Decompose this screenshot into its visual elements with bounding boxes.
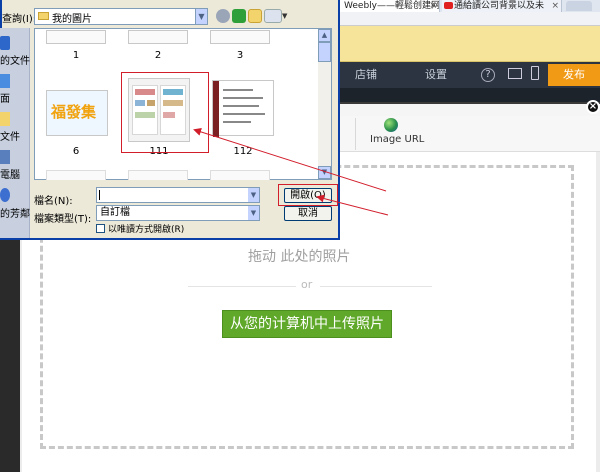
mobile-view-icon[interactable]: [531, 66, 539, 80]
file-thumbnail[interactable]: [128, 30, 188, 44]
chevron-down-icon[interactable]: ▼: [195, 9, 207, 24]
readonly-label[interactable]: 以唯讀方式開啟(R): [108, 222, 184, 235]
chevron-down-icon[interactable]: ▼: [282, 12, 287, 20]
thumbnail-line: [223, 97, 263, 99]
cancel-button[interactable]: 取消: [284, 206, 332, 221]
readonly-checkbox[interactable]: [96, 224, 105, 233]
chevron-down-icon[interactable]: ▼: [248, 206, 259, 220]
places-network[interactable]: 的芳鄰: [0, 205, 30, 220]
file-thumbnail[interactable]: [210, 30, 270, 44]
thumbnail-line: [223, 105, 259, 107]
close-icon[interactable]: ×: [551, 0, 559, 12]
notification-bar: [330, 26, 600, 62]
places-computer[interactable]: 電腦: [0, 166, 20, 181]
file-type-label: 檔案類型(T):: [34, 214, 92, 225]
file-thumbnail[interactable]: [46, 170, 106, 180]
file-label[interactable]: 3: [215, 50, 265, 61]
file-thumbnail[interactable]: [46, 30, 106, 44]
places-desktop[interactable]: 面: [0, 90, 10, 105]
browser-tab-video[interactable]: 通給讀公司背景以及未 ×: [442, 0, 562, 12]
file-thumbnail[interactable]: [212, 80, 274, 137]
thumbnail-wordart: 福發集: [51, 103, 97, 121]
folder-icon[interactable]: [0, 112, 10, 126]
publish-button[interactable]: 发布: [548, 64, 600, 86]
tab-label: 通給讀公司背景以及未: [454, 1, 545, 11]
thumbnail-line: [223, 121, 251, 123]
thumbnail-line: [223, 113, 265, 115]
browser-tab-weebly[interactable]: Weebly——輕鬆创建网 ×: [340, 0, 440, 12]
address-bar[interactable]: [330, 12, 600, 26]
tab-label: Weebly——輕鬆创建网: [344, 1, 440, 11]
back-icon[interactable]: [216, 9, 230, 23]
file-thumbnail[interactable]: 福發集: [46, 90, 108, 136]
close-icon[interactable]: ×: [429, 0, 437, 12]
new-folder-icon[interactable]: [248, 9, 262, 23]
youtube-icon: [444, 2, 453, 9]
look-in-value: 我的圖片: [52, 14, 92, 25]
open-button[interactable]: 開啟(O): [284, 188, 332, 203]
file-label[interactable]: 2: [133, 50, 183, 61]
scroll-up-icon[interactable]: ▲: [318, 29, 331, 42]
file-name-input[interactable]: [96, 187, 260, 203]
thumbnail-sidebar: [213, 81, 219, 137]
tab-divider: [355, 118, 356, 150]
desktop-icon[interactable]: [0, 74, 10, 88]
help-icon[interactable]: ?: [481, 68, 495, 82]
modal-close-icon[interactable]: ×: [586, 100, 600, 114]
file-label[interactable]: 6: [51, 146, 101, 157]
views-menu-icon[interactable]: [264, 9, 282, 23]
network-icon[interactable]: [0, 188, 10, 202]
thumbnail-line: [223, 89, 253, 91]
file-thumbnail[interactable]: [128, 170, 188, 180]
file-name-label: 檔名(N):: [34, 196, 73, 207]
nav-settings[interactable]: 设置: [425, 62, 447, 88]
or-separator: or: [301, 278, 313, 291]
drag-hint-text: 拖动 此处的照片: [248, 249, 351, 265]
divider-line: [320, 286, 432, 287]
upload-from-computer-button[interactable]: 从您的计算机中上传照片: [222, 310, 392, 338]
nav-store[interactable]: 店铺: [355, 62, 377, 88]
file-label[interactable]: 112: [218, 146, 268, 157]
places-documents[interactable]: 的文件: [0, 52, 30, 67]
look-in-label: 查詢(I):: [2, 14, 37, 25]
computer-icon[interactable]: [0, 150, 10, 164]
divider-line: [188, 286, 296, 287]
scrollbar-thumb[interactable]: [318, 42, 331, 62]
file-type-dropdown[interactable]: 自訂檔: [96, 205, 260, 221]
places-files[interactable]: 文件: [0, 128, 20, 143]
chevron-down-icon[interactable]: ▼: [248, 188, 259, 202]
desktop-view-icon[interactable]: [508, 68, 522, 79]
text-caret: [99, 190, 100, 200]
new-tab-button[interactable]: [566, 1, 592, 11]
file-label[interactable]: 1: [51, 50, 101, 61]
tab-image-url[interactable]: Image URL: [370, 134, 424, 145]
folder-icon: [38, 12, 49, 20]
my-documents-icon[interactable]: [0, 36, 10, 50]
file-thumbnail[interactable]: [210, 170, 270, 180]
selection-highlight: [121, 72, 209, 153]
scroll-down-icon[interactable]: ▼: [318, 166, 331, 179]
up-folder-icon[interactable]: [232, 9, 246, 23]
globe-icon[interactable]: [384, 118, 398, 132]
